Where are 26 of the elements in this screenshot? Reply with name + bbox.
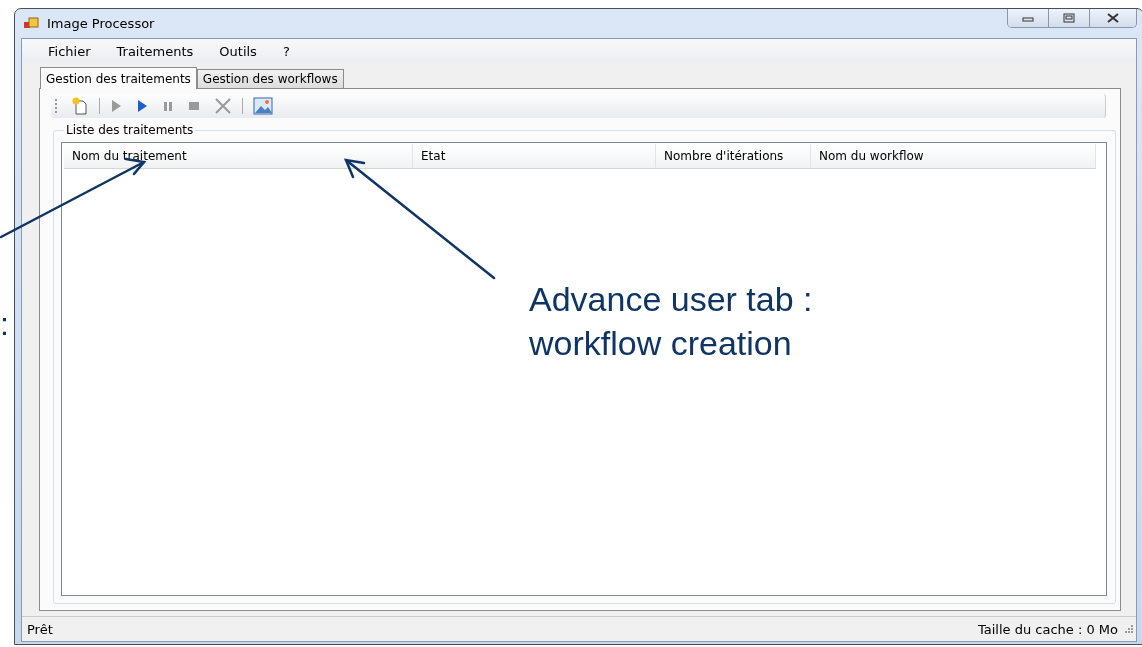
close-icon [1106,13,1120,23]
tab[interactable]: Gestion des workflows [196,69,344,88]
new-document-icon[interactable] [71,97,89,115]
annotation-text: Advance user tab : workflow creation [529,279,813,364]
window-title: Image Processor [47,16,155,31]
menu-item[interactable]: Outils [212,41,264,61]
column-header[interactable]: Nombre d'itérations [656,144,811,168]
status-text: Prêt [27,621,53,637]
menu-item[interactable]: Fichier [41,41,98,61]
column-header[interactable]: Etat [413,144,656,168]
menu-item[interactable]: ? [275,41,297,61]
app-icon [23,16,39,31]
annotation-text: : [0,308,9,340]
column-header[interactable]: Nom du traitement [64,144,413,168]
cache-size-text: Taille du cache : 0 Mo [977,621,1118,637]
play-icon[interactable] [136,99,148,113]
image-icon[interactable] [253,97,273,115]
tab[interactable]: Gestion des traitements [40,67,197,89]
column-header[interactable]: Nom du workflow [811,144,1096,168]
minimize-button[interactable] [1008,9,1048,27]
resize-grip-icon[interactable] [1124,624,1134,634]
close-button[interactable] [1089,9,1136,27]
group-title: Liste des traitements [65,123,195,137]
menu-item[interactable]: Traitements [109,41,201,61]
minimize-icon [1022,14,1034,22]
restore-icon [1063,13,1075,23]
